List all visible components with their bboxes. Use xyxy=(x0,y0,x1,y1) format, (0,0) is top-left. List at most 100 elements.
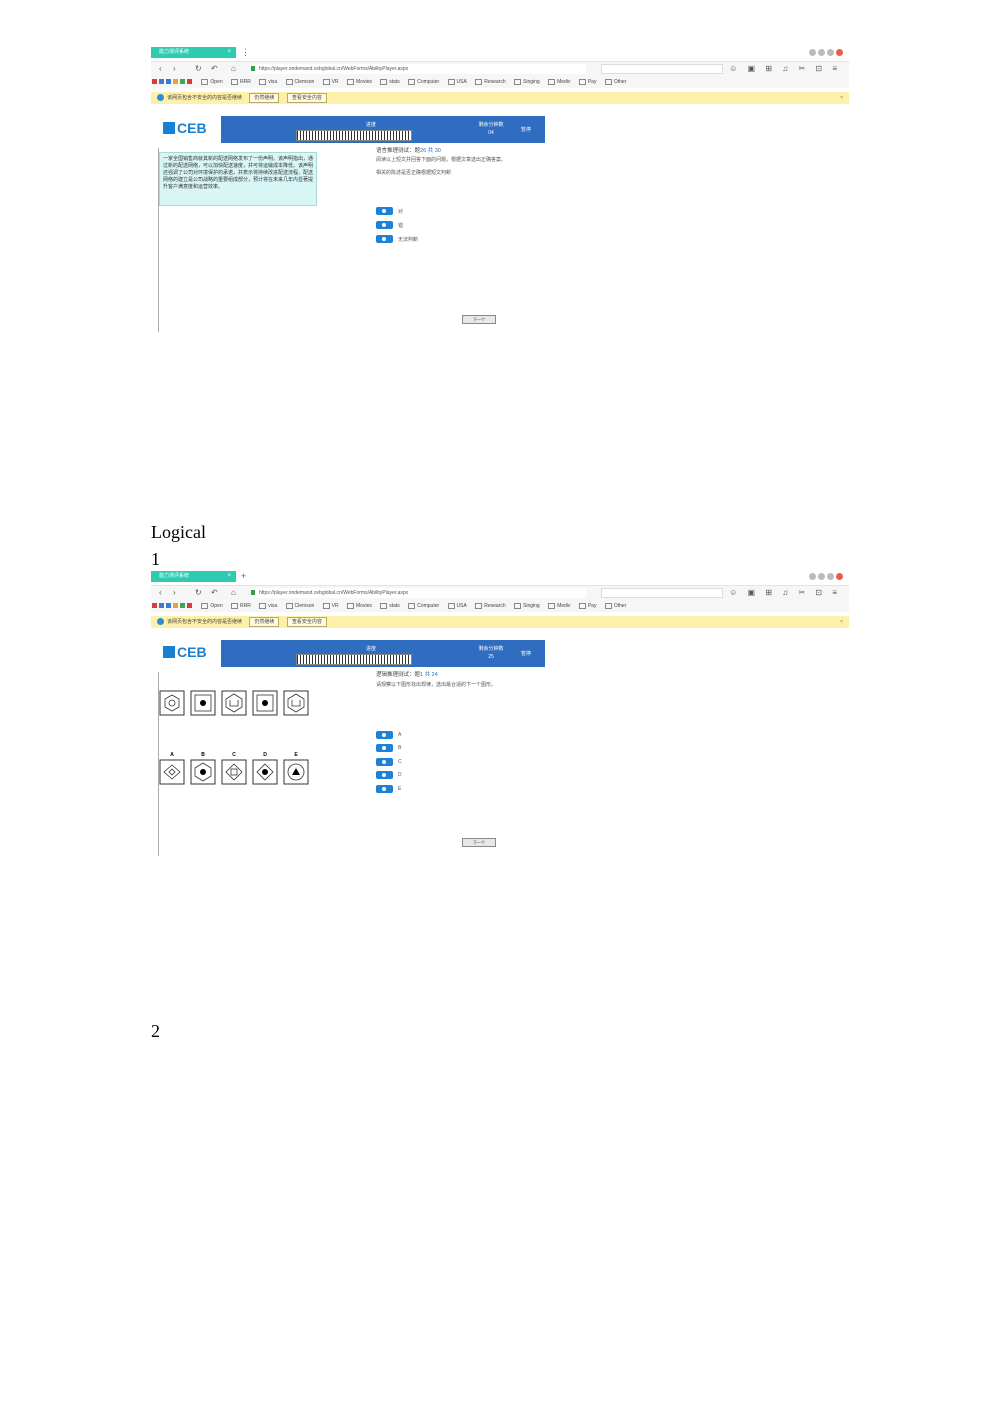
search-input[interactable] xyxy=(601,64,723,74)
radio-button[interactable] xyxy=(376,207,393,215)
bookmark-item[interactable]: Pay xyxy=(579,600,597,612)
bookmark-icon[interactable] xyxy=(187,79,192,85)
search-input[interactable] xyxy=(601,588,723,598)
option-false[interactable]: 错 xyxy=(376,221,403,230)
bookmark-item[interactable]: Movies xyxy=(347,76,372,88)
restore-icon[interactable] xyxy=(818,573,825,580)
bookmark-icon[interactable] xyxy=(180,603,185,609)
close-icon[interactable]: × xyxy=(840,616,843,628)
reload-icon[interactable]: ↻ xyxy=(195,64,202,74)
bookmark-item[interactable]: Mediv xyxy=(548,76,570,88)
radio-button[interactable] xyxy=(376,731,393,739)
window-close-icon[interactable] xyxy=(836,573,843,580)
option-e[interactable]: E xyxy=(376,785,401,794)
back-icon[interactable]: ‹ xyxy=(159,64,162,74)
bookmark-icon[interactable] xyxy=(159,79,164,85)
bookmark-item[interactable]: Computer xyxy=(408,600,439,612)
minimize-icon[interactable] xyxy=(809,49,816,56)
bookmark-item[interactable]: USA xyxy=(448,76,467,88)
option-b[interactable]: B xyxy=(376,744,401,753)
option-a[interactable]: A xyxy=(376,731,401,740)
maximize-icon[interactable] xyxy=(827,573,834,580)
bookmark-item[interactable]: visa xyxy=(259,600,277,612)
home-icon[interactable]: ⌂ xyxy=(231,588,236,598)
bookmark-item[interactable]: Pay xyxy=(579,76,597,88)
undo-icon[interactable]: ↶ xyxy=(211,588,218,598)
bookmark-item[interactable]: Clemson xyxy=(286,600,315,612)
minimize-icon[interactable] xyxy=(809,573,816,580)
continue-button[interactable]: 仍然继续 xyxy=(249,93,280,103)
answer-letter: A xyxy=(170,752,174,758)
back-icon[interactable]: ‹ xyxy=(159,588,162,598)
view-safe-content-button[interactable]: 查看安全内容 xyxy=(286,617,327,627)
menu-icon[interactable]: ☺ ▣ ⊞ ♫ ✂ ⊡ ≡ xyxy=(729,588,841,597)
pause-button[interactable]: 暂停 xyxy=(511,650,541,657)
bookmark-item[interactable]: Clemson xyxy=(286,76,315,88)
bookmark-item[interactable]: Mediv xyxy=(548,600,570,612)
reload-icon[interactable]: ↻ xyxy=(195,588,202,598)
bookmark-icon[interactable] xyxy=(173,603,178,609)
close-icon[interactable]: × xyxy=(227,47,231,58)
bookmark-item[interactable]: visa xyxy=(259,76,277,88)
restore-icon[interactable] xyxy=(818,49,825,56)
forward-icon[interactable]: › xyxy=(173,64,176,74)
next-button[interactable]: 下一个 xyxy=(462,315,496,324)
bookmark-item[interactable]: Other xyxy=(605,76,627,88)
option-d[interactable]: D xyxy=(376,771,402,780)
radio-button[interactable] xyxy=(376,785,393,793)
bookmark-item[interactable]: Movies xyxy=(347,600,372,612)
bookmark-item[interactable]: Computer xyxy=(408,76,439,88)
window-close-icon[interactable] xyxy=(836,49,843,56)
bookmark-icon[interactable] xyxy=(159,603,164,609)
bookmark-icon[interactable] xyxy=(173,79,178,85)
undo-icon[interactable]: ↶ xyxy=(211,64,218,74)
close-icon[interactable]: × xyxy=(227,571,231,582)
next-button[interactable]: 下一个 xyxy=(462,838,496,847)
view-safe-content-button[interactable]: 查看安全内容 xyxy=(286,93,327,103)
option-true[interactable]: 对 xyxy=(376,207,403,216)
new-tab-icon[interactable]: ⋮ xyxy=(241,46,250,58)
bookmark-item[interactable]: Research xyxy=(475,600,505,612)
new-tab-icon[interactable]: + xyxy=(241,570,246,582)
option-c[interactable]: C xyxy=(376,758,402,767)
radio-button[interactable] xyxy=(376,758,393,766)
home-icon[interactable]: ⌂ xyxy=(231,64,236,74)
bookmark-item[interactable]: stats xyxy=(380,76,400,88)
bookmark-item[interactable]: stats xyxy=(380,600,400,612)
option-cannot-say[interactable]: 无法判断 xyxy=(376,235,418,244)
forward-icon[interactable]: › xyxy=(173,588,176,598)
bookmark-item[interactable]: Singing xyxy=(514,76,540,88)
bookmark-item[interactable]: RRR xyxy=(231,76,251,88)
close-icon[interactable]: × xyxy=(840,92,843,104)
address-bar[interactable]: https://player.ondemand.cebglobal.cn/Web… xyxy=(251,588,586,598)
time-label: 剩余分钟数 xyxy=(478,122,504,128)
bookmark-item[interactable]: VR xyxy=(323,600,339,612)
browser-tab[interactable]: 能力测评系统 × xyxy=(151,571,236,582)
bookmark-icon[interactable] xyxy=(166,603,171,609)
continue-button[interactable]: 仍然继续 xyxy=(249,617,280,627)
question-line: 阅读以上短文并回答下面的问题，根据文章选出正确答案。 xyxy=(376,157,507,163)
bookmark-item[interactable]: Research xyxy=(475,76,505,88)
radio-button[interactable] xyxy=(376,235,393,243)
radio-button[interactable] xyxy=(376,221,393,229)
bookmark-icon[interactable] xyxy=(187,603,192,609)
pause-button[interactable]: 暂停 xyxy=(511,126,541,133)
maximize-icon[interactable] xyxy=(827,49,834,56)
radio-button[interactable] xyxy=(376,744,393,752)
bookmark-item[interactable]: VR xyxy=(323,76,339,88)
address-bar[interactable]: https://player.ondemand.cebglobal.cn/Web… xyxy=(251,64,586,74)
bookmark-icon[interactable] xyxy=(180,79,185,85)
bookmark-item[interactable]: USA xyxy=(448,600,467,612)
menu-icon[interactable]: ☺ ▣ ⊞ ♫ ✂ ⊡ ≡ xyxy=(729,64,841,73)
browser-tab[interactable]: 能力测评系统 × xyxy=(151,47,236,58)
bookmark-item[interactable]: Open xyxy=(201,76,222,88)
window-controls xyxy=(807,49,843,58)
bookmark-icon[interactable] xyxy=(166,79,171,85)
bookmark-item[interactable]: Other xyxy=(605,600,627,612)
radio-button[interactable] xyxy=(376,771,393,779)
bookmark-item[interactable]: Open xyxy=(201,600,222,612)
bookmark-item[interactable]: RRR xyxy=(231,600,251,612)
bookmark-icon[interactable] xyxy=(152,79,157,85)
bookmark-icon[interactable] xyxy=(152,603,157,609)
bookmark-item[interactable]: Singing xyxy=(514,600,540,612)
